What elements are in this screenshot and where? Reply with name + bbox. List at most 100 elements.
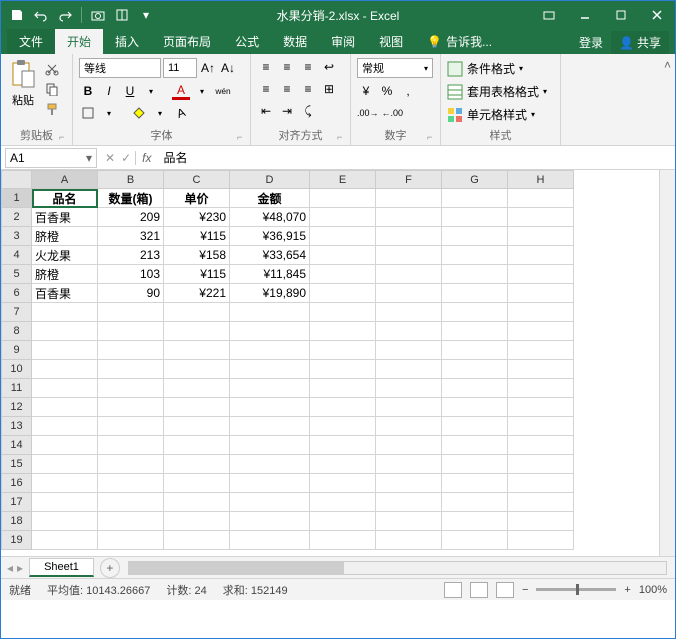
page-layout-view-icon[interactable] [470,582,488,598]
percent-icon[interactable]: % [378,82,396,100]
cell[interactable] [442,398,508,417]
cell[interactable]: 90 [98,284,164,303]
number-launcher-icon[interactable]: ⌐ [427,132,437,142]
column-header[interactable]: A [32,171,98,189]
cell[interactable] [32,531,98,550]
merge-icon[interactable]: ⊞ [320,80,338,98]
cell[interactable] [376,398,442,417]
maximize-button[interactable] [603,1,639,29]
clipboard-launcher-icon[interactable]: ⌐ [59,132,69,142]
row-header[interactable]: 5 [2,265,32,284]
cell-styles-button[interactable]: 单元格样式▾ [447,104,554,125]
row-header[interactable]: 19 [2,531,32,550]
cell[interactable] [376,284,442,303]
cell[interactable] [508,189,574,208]
cell[interactable] [442,303,508,322]
cell[interactable] [230,341,310,360]
cell[interactable] [230,493,310,512]
cell[interactable]: 数量(箱) [98,189,164,208]
font-color-dropdown-icon[interactable]: ▾ [193,82,211,100]
cell[interactable] [310,360,376,379]
cell[interactable] [508,208,574,227]
border-icon[interactable] [79,104,97,122]
tab-data[interactable]: 数据 [271,29,319,54]
cell[interactable]: ¥221 [164,284,230,303]
cell[interactable] [164,360,230,379]
horizontal-scrollbar[interactable] [128,561,667,575]
border-dropdown-icon[interactable]: ▾ [100,104,118,122]
collapse-ribbon-icon[interactable]: ˄ [660,54,675,145]
cell[interactable]: ¥115 [164,265,230,284]
zoom-level[interactable]: 100% [639,584,667,596]
cell[interactable] [442,493,508,512]
cell[interactable]: ¥33,654 [230,246,310,265]
cell[interactable]: ¥11,845 [230,265,310,284]
decrease-indent-icon[interactable]: ⇤ [257,102,275,120]
cell[interactable]: ¥158 [164,246,230,265]
cell[interactable] [98,341,164,360]
row-header[interactable]: 3 [2,227,32,246]
cell[interactable] [442,227,508,246]
tab-insert[interactable]: 插入 [103,29,151,54]
orientation-dropdown-icon[interactable]: ⤹ [299,102,317,120]
comma-icon[interactable]: , [399,82,417,100]
zoom-out-button[interactable]: − [522,584,528,596]
login-button[interactable]: 登录 [579,34,603,51]
underline-dropdown-icon[interactable]: ▾ [142,82,160,100]
align-left-icon[interactable]: ≡ [257,80,275,98]
name-box[interactable]: A1▾ [5,148,97,168]
zoom-thumb[interactable] [576,584,579,595]
cell[interactable] [442,455,508,474]
tab-tellme[interactable]: 💡告诉我... [415,29,504,54]
cell[interactable] [442,360,508,379]
cell[interactable] [376,455,442,474]
align-right-icon[interactable]: ≡ [299,80,317,98]
cancel-formula-icon[interactable]: ✕ [105,151,115,165]
cell[interactable] [442,322,508,341]
cell[interactable] [442,246,508,265]
tab-view[interactable]: 视图 [367,29,415,54]
cell[interactable] [32,512,98,531]
tab-page-layout[interactable]: 页面布局 [151,29,223,54]
cell[interactable] [230,417,310,436]
cell[interactable] [164,303,230,322]
cell[interactable] [442,284,508,303]
cell[interactable] [164,531,230,550]
cell[interactable] [508,493,574,512]
cell[interactable] [508,360,574,379]
cell[interactable] [376,493,442,512]
cell[interactable]: 209 [98,208,164,227]
cell[interactable]: 103 [98,265,164,284]
cell[interactable] [230,436,310,455]
cell[interactable] [32,455,98,474]
currency-icon[interactable]: ¥ [357,82,375,100]
align-top-icon[interactable]: ≡ [257,58,275,76]
cell[interactable] [310,341,376,360]
touch-mode-icon[interactable] [112,5,132,25]
font-name-select[interactable] [79,58,161,78]
cell[interactable] [98,455,164,474]
redo-icon[interactable] [55,5,75,25]
cell[interactable]: 金额 [230,189,310,208]
cell[interactable] [310,265,376,284]
cell[interactable] [508,322,574,341]
enter-formula-icon[interactable]: ✓ [121,151,131,165]
cell[interactable]: 百香果 [32,208,98,227]
cell[interactable] [98,417,164,436]
row-header[interactable]: 11 [2,379,32,398]
wrap-text-icon[interactable]: ↩ [320,58,338,76]
copy-icon[interactable] [43,80,61,98]
cell[interactable] [32,398,98,417]
cut-icon[interactable] [43,60,61,78]
cell[interactable] [376,303,442,322]
cell[interactable] [32,322,98,341]
zoom-slider[interactable] [536,588,616,591]
cell[interactable] [164,322,230,341]
cell[interactable] [310,512,376,531]
table-format-button[interactable]: 套用表格格式▾ [447,81,554,102]
row-header[interactable]: 8 [2,322,32,341]
cell[interactable] [376,360,442,379]
cell[interactable] [442,474,508,493]
column-header[interactable]: D [230,171,310,189]
cell[interactable] [442,417,508,436]
